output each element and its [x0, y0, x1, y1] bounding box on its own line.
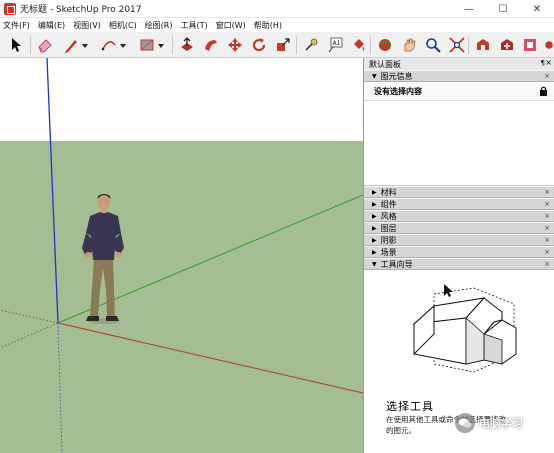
sketchup-logo-icon [4, 2, 16, 15]
lock-icon[interactable] [539, 86, 548, 96]
collapsed-triangle-icon: ▶ [372, 200, 377, 208]
collapsed-triangle-icon: ▶ [372, 236, 377, 244]
blue-axis [46, 58, 59, 324]
chevron-down-icon[interactable] [82, 42, 88, 48]
close-icon[interactable]: × [544, 200, 550, 208]
panel-scenes[interactable]: ▶ 场景 × [364, 246, 554, 258]
watermark-text: 电脑学习 [479, 417, 523, 430]
entity-info-empty-area [364, 101, 554, 186]
toolbar-separator [172, 36, 173, 54]
toolbar-separator [30, 36, 31, 54]
orbit-icon[interactable] [376, 36, 394, 54]
chevron-down-icon[interactable] [120, 42, 126, 48]
wechat-logo-icon [455, 413, 475, 433]
extension-manager-icon[interactable] [544, 36, 554, 54]
entity-info-status: 没有选择内容 [374, 86, 422, 96]
collapsed-panels: ▶ 材料 × ▶ 组件 × ▶ 风格 × ▶ 图层 × ▶ 阴影 × ▶ 场景 … [364, 186, 554, 270]
window-title: 无标题 - SketchUp Pro 2017 [20, 5, 142, 15]
panel-label: 组件 [380, 199, 397, 209]
close-icon[interactable]: × [544, 248, 550, 256]
red-axis [57, 322, 363, 394]
blue-axis-negative [57, 322, 63, 453]
eraser-icon[interactable] [36, 36, 54, 54]
minimize-button[interactable]: — [452, 0, 486, 18]
close-icon[interactable]: × [544, 224, 550, 232]
title-bar: 无标题 - SketchUp Pro 2017 — ☐ ✕ [0, 0, 554, 18]
panel-label: 风格 [380, 211, 397, 221]
pencil-line-icon[interactable] [62, 36, 80, 54]
main-toolbar: A1 [0, 32, 554, 58]
collapsed-triangle-icon: ▶ [372, 248, 377, 256]
maximize-button[interactable]: ☐ [486, 0, 520, 18]
close-icon[interactable]: × [544, 72, 550, 80]
panel-entity-info[interactable]: ▼ 图元信息 × [364, 70, 554, 82]
close-icon[interactable]: × [544, 236, 550, 244]
close-icon[interactable]: × [544, 260, 550, 268]
rotate-icon[interactable] [250, 36, 268, 54]
tray-title-bar: 默认面板 ¶ × [364, 58, 554, 70]
panel-shadows[interactable]: ▶ 阴影 × [364, 234, 554, 246]
close-button[interactable]: ✕ [520, 0, 554, 18]
entity-info-body: 没有选择内容 [364, 82, 554, 101]
watermark: 电脑学习 [455, 413, 523, 433]
menu-camera[interactable]: 相机(C) [106, 20, 142, 31]
modeling-viewport[interactable] [0, 58, 363, 453]
close-icon[interactable]: × [544, 212, 550, 220]
panel-layers[interactable]: ▶ 图层 × [364, 222, 554, 234]
panel-label: 工具向导 [380, 259, 413, 269]
axes-and-figure [0, 58, 363, 453]
menu-view[interactable]: 视图(V) [70, 20, 106, 31]
rectangle-icon[interactable] [138, 36, 156, 54]
panel-label: 场景 [380, 247, 397, 257]
toolbar-separator [370, 36, 371, 54]
collapsed-triangle-icon: ▶ [372, 212, 377, 220]
text-tool-glyph: A1 [333, 40, 341, 47]
menu-window[interactable]: 窗口(W) [213, 20, 251, 31]
expanded-triangle-icon: ▼ [372, 260, 377, 268]
panel-label: 图层 [380, 223, 397, 233]
red-axis-negative [0, 309, 59, 324]
extension-warehouse-icon[interactable] [498, 36, 516, 54]
select-icon[interactable] [8, 36, 26, 54]
tray-title: 默认面板 [369, 59, 401, 69]
follow-me-icon[interactable] [202, 36, 220, 54]
push-pull-icon[interactable] [178, 36, 196, 54]
move-icon[interactable] [226, 36, 244, 54]
zoom-extents-icon[interactable] [448, 36, 466, 54]
collapsed-triangle-icon: ▶ [372, 224, 377, 232]
layout-icon[interactable] [522, 36, 540, 54]
paint-bucket-icon[interactable] [350, 36, 368, 54]
green-axis-negative [0, 322, 59, 349]
toolbar-separator [296, 36, 297, 54]
menu-bar: 文件(F) 编辑(E) 视图(V) 相机(C) 绘图(R) 工具(T) 窗口(W… [0, 18, 554, 32]
3d-warehouse-icon[interactable] [474, 36, 492, 54]
text-label-icon[interactable]: A1 [326, 36, 344, 54]
close-icon[interactable]: × [544, 188, 550, 196]
panel-label: 阴影 [380, 235, 397, 245]
menu-help[interactable]: 帮助(H) [251, 20, 287, 31]
pan-icon[interactable] [400, 36, 418, 54]
instructor-tool-title: 选择工具 [386, 400, 434, 413]
default-tray: 默认面板 ¶ × ▼ 图元信息 × 没有选择内容 ▶ 材料 × ▶ 组件 × ▶… [363, 58, 554, 453]
tray-close-icon[interactable]: × [545, 58, 552, 67]
menu-tools[interactable]: 工具(T) [178, 20, 213, 31]
menu-draw[interactable]: 绘图(R) [142, 20, 178, 31]
collapsed-triangle-icon: ▶ [372, 188, 377, 196]
expanded-triangle-icon: ▼ [372, 72, 377, 80]
panel-styles[interactable]: ▶ 风格 × [364, 210, 554, 222]
panel-label: 材料 [380, 187, 397, 197]
menu-file[interactable]: 文件(F) [0, 20, 35, 31]
arc-icon[interactable] [100, 36, 118, 54]
panel-materials[interactable]: ▶ 材料 × [364, 186, 554, 198]
scale-icon[interactable] [274, 36, 292, 54]
chevron-down-icon[interactable] [158, 42, 164, 48]
panel-components[interactable]: ▶ 组件 × [364, 198, 554, 210]
toolbar-separator [468, 36, 469, 54]
panel-label: 图元信息 [380, 71, 413, 81]
house-illustration [412, 284, 517, 373]
zoom-icon[interactable] [424, 36, 442, 54]
tape-measure-icon[interactable] [302, 36, 320, 54]
menu-edit[interactable]: 编辑(E) [35, 20, 70, 31]
panel-instructor[interactable]: ▼ 工具向导 × [364, 258, 554, 270]
